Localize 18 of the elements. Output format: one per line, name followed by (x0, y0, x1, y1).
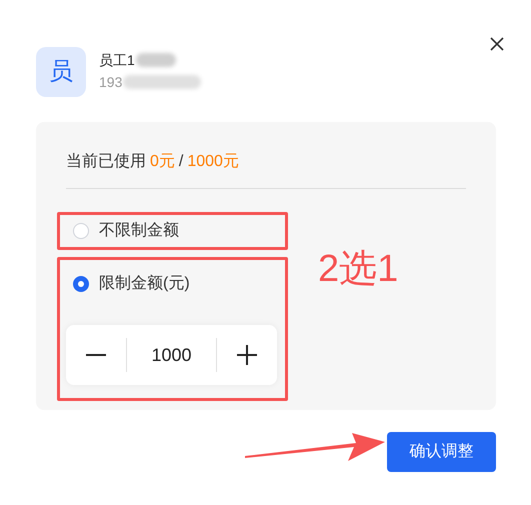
phone-number: 193 (99, 72, 122, 92)
option-label[interactable]: 限制金额(元) (99, 272, 190, 296)
avatar: 员 (36, 47, 86, 97)
usage-label: 当前已使用 (66, 152, 146, 172)
annotation-text: 2选1 (318, 250, 398, 288)
radio-button[interactable] (73, 276, 89, 292)
minus-icon (86, 354, 106, 356)
redaction-mark (136, 53, 176, 67)
close-icon[interactable] (490, 37, 504, 51)
confirm-button[interactable]: 确认调整 (387, 432, 496, 472)
used-amount: 0元 (150, 152, 175, 172)
separator: / (178, 152, 184, 172)
radio-button[interactable] (73, 223, 89, 239)
limit-amount: 1000元 (187, 152, 239, 172)
amount-value[interactable]: 1000 (127, 342, 216, 368)
plus-icon (237, 345, 257, 365)
employee-name: 员工1 (99, 50, 135, 70)
option-label[interactable]: 不限制金额 (99, 219, 179, 243)
